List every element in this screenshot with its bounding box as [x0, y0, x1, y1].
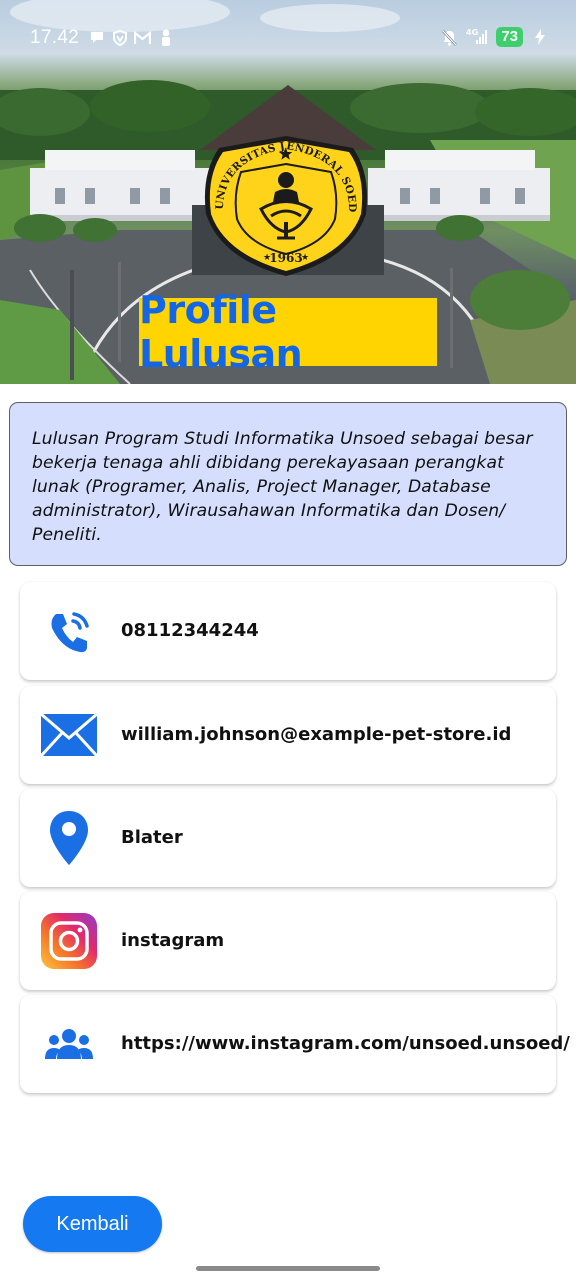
home-indicator[interactable] [196, 1266, 380, 1271]
contact-email-card[interactable]: william.johnson@example-pet-store.id [20, 686, 556, 784]
battery-icon: 73 [496, 27, 523, 47]
location-pin-icon [40, 810, 98, 866]
status-time: 17.42 [30, 27, 80, 48]
university-seal-logo: UNIVERSITAS JENDERAL SOEDIRMAN 1963 ★ ★ [201, 134, 368, 276]
contact-phone-card[interactable]: 08112344244 [20, 582, 556, 680]
seal-year: 1963 [269, 251, 302, 265]
graduate-profile-description: Lulusan Program Studi Informatika Unsoed… [9, 402, 567, 566]
contact-location-card[interactable]: Blater [20, 789, 556, 887]
phone-icon [40, 603, 98, 659]
page-title: Profile Lulusan [139, 288, 437, 376]
contact-instagram-value: instagram [121, 930, 225, 951]
contact-phone-value: 08112344244 [121, 620, 259, 641]
header-banner: 17.42 4G 73 UNIVERSITAS JENDERAL SOED 19… [0, 0, 576, 384]
contact-location-value: Blater [121, 827, 183, 848]
status-bar: 17.42 4G 73 [0, 0, 576, 76]
contact-link-card[interactable]: https://www.instagram.com/unsoed.unsoed/ [20, 995, 570, 1093]
status-system-icons: 4G 73 [441, 27, 548, 47]
group-icon [40, 1016, 98, 1072]
back-button[interactable]: Kembali [23, 1196, 162, 1252]
vpn-shield-icon [111, 29, 128, 46]
contact-instagram-card[interactable]: instagram [20, 892, 556, 990]
svg-text:★: ★ [263, 252, 271, 262]
bell-muted-icon [441, 29, 458, 46]
contact-link-value: https://www.instagram.com/unsoed.unsoed/ [121, 1033, 570, 1054]
signal-4g-icon: 4G [466, 27, 488, 47]
svg-text:★: ★ [301, 252, 309, 262]
gmail-icon [134, 29, 151, 46]
contact-email-value: william.johnson@example-pet-store.id [121, 724, 512, 745]
person-icon [157, 29, 174, 46]
email-icon [40, 707, 98, 763]
svg-text:4G: 4G [466, 28, 478, 37]
status-notification-icons [88, 29, 174, 46]
charging-bolt-icon [531, 29, 548, 46]
description-text: Lulusan Program Studi Informatika Unsoed… [32, 429, 533, 545]
chat-bubble-icon [88, 29, 105, 46]
instagram-icon [40, 913, 98, 969]
